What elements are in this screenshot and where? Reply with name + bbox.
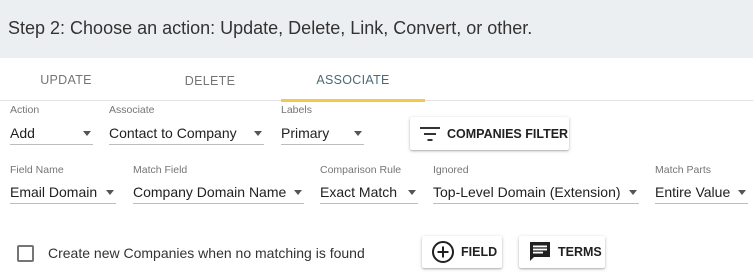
add-field-label: FIELD	[461, 245, 498, 259]
field-name-value: Email Domain	[10, 184, 98, 200]
chevron-down-icon	[106, 190, 114, 195]
step-title: Step 2: Choose an action: Update, Delete…	[8, 18, 533, 38]
create-companies-checkbox[interactable]	[17, 245, 34, 262]
action-tabs: UPDATE DELETE ASSOCIATE	[0, 58, 753, 101]
associate-value: Contact to Company	[109, 125, 237, 141]
message-icon	[528, 240, 552, 264]
ignored-label: Ignored	[433, 164, 469, 176]
chevron-down-icon	[254, 131, 262, 136]
chevron-down-icon	[738, 190, 746, 195]
associate-label: Associate	[109, 104, 155, 116]
terms-button[interactable]: TERMS	[519, 236, 605, 268]
associate-select[interactable]: Contact to Company	[109, 121, 264, 145]
action-label: Action	[10, 104, 40, 116]
field-name-label: Field Name	[10, 164, 64, 176]
match-parts-select[interactable]: Entire Value	[655, 180, 748, 204]
tab-associate[interactable]: ASSOCIATE	[281, 58, 425, 101]
comparison-rule-label: Comparison Rule	[320, 164, 402, 176]
labels-select[interactable]: Primary	[281, 121, 364, 145]
comparison-rule-value: Exact Match	[320, 184, 398, 200]
labels-value: Primary	[281, 125, 330, 141]
match-field-value: Company Domain Name	[133, 184, 287, 200]
step-header: Step 2: Choose an action: Update, Delete…	[0, 0, 753, 58]
match-parts-label: Match Parts	[655, 164, 712, 176]
match-field-label: Match Field	[133, 164, 188, 176]
create-companies-label: Create new Companies when no matching is…	[48, 245, 365, 261]
companies-filter-button[interactable]: COMPANIES FILTER	[410, 117, 569, 150]
tab-update[interactable]: UPDATE	[0, 58, 132, 101]
action-value: Add	[10, 125, 35, 141]
ignored-value: Top-Level Domain (Extension)	[433, 184, 621, 200]
comparison-rule-select[interactable]: Exact Match	[320, 180, 418, 204]
labels-label: Labels	[281, 104, 312, 116]
chevron-down-icon	[294, 190, 302, 195]
chevron-down-icon	[354, 131, 362, 136]
chevron-down-icon	[83, 131, 91, 136]
filter-icon	[420, 126, 440, 141]
add-circle-icon	[431, 240, 455, 264]
ignored-select[interactable]: Top-Level Domain (Extension)	[433, 180, 639, 204]
companies-filter-label: COMPANIES FILTER	[447, 126, 569, 141]
match-field-select[interactable]: Company Domain Name	[133, 180, 304, 204]
chevron-down-icon	[629, 190, 637, 195]
add-field-button[interactable]: FIELD	[422, 236, 502, 268]
match-parts-value: Entire Value	[655, 184, 731, 200]
tab-delete[interactable]: DELETE	[140, 59, 280, 102]
active-tab-indicator	[281, 99, 425, 102]
chevron-down-icon	[408, 190, 416, 195]
field-name-select[interactable]: Email Domain	[10, 180, 116, 204]
terms-label: TERMS	[558, 245, 602, 259]
action-select[interactable]: Add	[10, 121, 93, 145]
